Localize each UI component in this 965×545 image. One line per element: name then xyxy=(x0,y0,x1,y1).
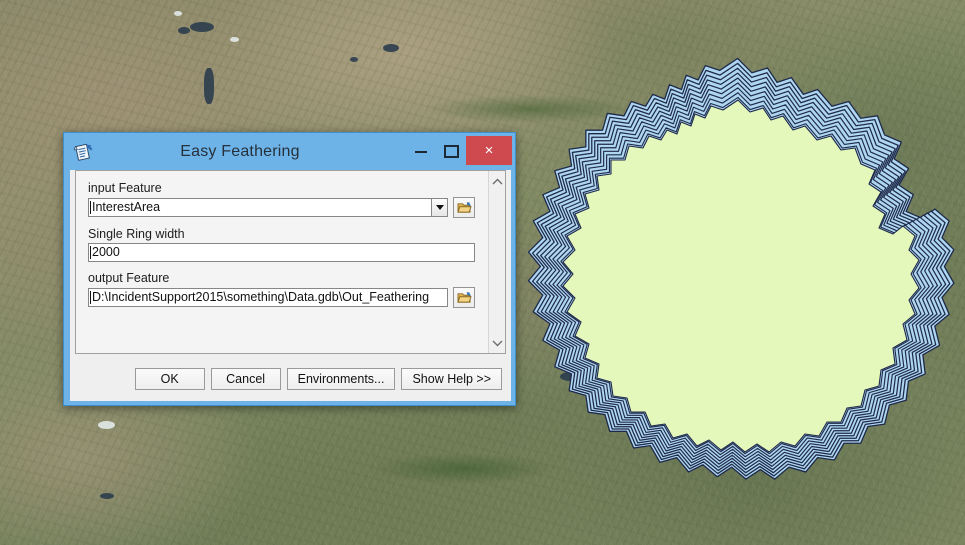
dialog-body: input Feature InterestArea Single Ring w… xyxy=(70,170,511,401)
lake-feature xyxy=(204,68,214,104)
input-feature-row: InterestArea xyxy=(88,197,475,218)
bright-patch xyxy=(174,11,182,16)
lake-feature xyxy=(100,493,114,499)
close-button[interactable]: × xyxy=(466,136,512,165)
lake-feature xyxy=(560,372,580,381)
show-help-button[interactable]: Show Help >> xyxy=(401,367,502,390)
open-folder-icon xyxy=(456,202,472,213)
chevron-up-icon[interactable] xyxy=(489,173,506,190)
parameter-panel-scrollbar[interactable] xyxy=(488,171,505,353)
maximize-icon xyxy=(443,145,459,158)
output-feature-browse-button[interactable] xyxy=(453,287,475,308)
dialog-button-bar: OK Cancel Environments... Show Help >> xyxy=(70,356,511,401)
chevron-down-icon[interactable] xyxy=(489,334,506,351)
bright-patch xyxy=(230,37,239,42)
dialog-title: Easy Feathering xyxy=(180,142,300,160)
input-feature-value[interactable]: InterestArea xyxy=(88,198,431,217)
bright-patch xyxy=(98,421,115,429)
screen: Easy Feathering × input Feature Interest… xyxy=(0,0,965,545)
ring-width-label: Single Ring width xyxy=(88,227,185,241)
lake-feature xyxy=(890,330,918,341)
cancel-button[interactable]: Cancel xyxy=(210,367,281,390)
easy-feathering-dialog[interactable]: Easy Feathering × input Feature Interest… xyxy=(63,132,516,406)
lake-feature xyxy=(190,22,214,32)
chevron-down-icon xyxy=(435,205,444,210)
output-feature-input[interactable]: D:\IncidentSupport2015\something\Data.gd… xyxy=(88,288,448,307)
input-feature-browse-button[interactable] xyxy=(453,197,475,218)
dialog-title-bar[interactable]: Easy Feathering × xyxy=(64,133,515,170)
environments-button[interactable]: Environments... xyxy=(286,367,396,390)
parameter-list: input Feature InterestArea Single Ring w… xyxy=(76,171,487,353)
minimize-button[interactable] xyxy=(406,140,436,164)
maximize-button[interactable] xyxy=(436,140,466,164)
output-feature-label: output Feature xyxy=(88,271,170,285)
ok-button[interactable]: OK xyxy=(134,367,205,390)
output-feature-row: D:\IncidentSupport2015\something\Data.gd… xyxy=(88,287,475,308)
input-feature-label: input Feature xyxy=(88,181,162,195)
lake-feature xyxy=(350,57,358,62)
parameter-panel: input Feature InterestArea Single Ring w… xyxy=(75,170,506,354)
ring-width-input[interactable]: 2000 xyxy=(88,243,475,262)
input-feature-combobox[interactable]: InterestArea xyxy=(88,198,448,217)
ring-width-row: 2000 xyxy=(88,243,475,262)
input-feature-dropdown-button[interactable] xyxy=(431,198,448,217)
lake-feature xyxy=(178,27,190,34)
lake-feature xyxy=(383,44,399,52)
minimize-icon xyxy=(415,150,427,153)
open-folder-icon xyxy=(456,292,472,303)
